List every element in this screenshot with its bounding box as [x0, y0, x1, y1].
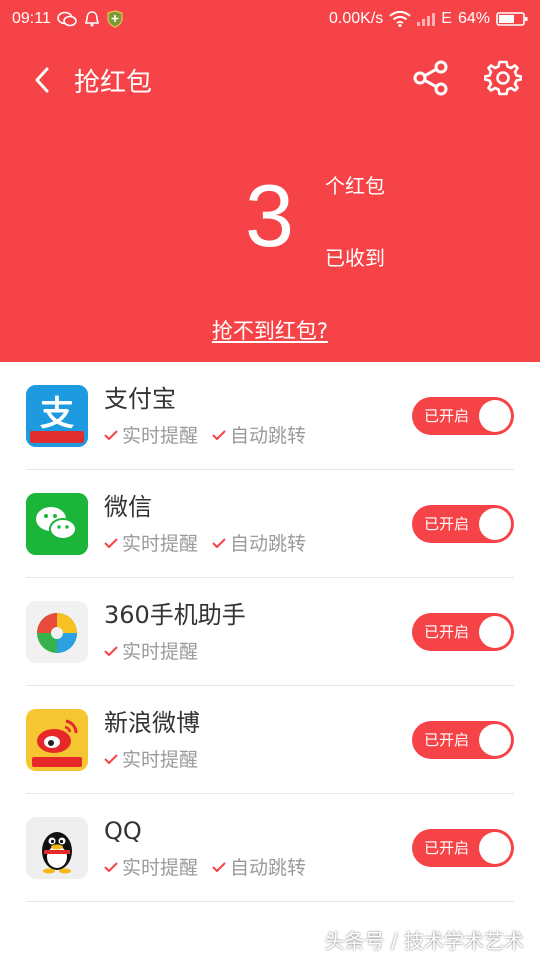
tag-realtime: 实时提醒	[104, 529, 198, 556]
share-button[interactable]	[412, 59, 450, 101]
status-bar: 09:11 0.00K/s E 64%	[0, 0, 540, 38]
list-item-alipay: 支 支付宝 实时提醒 自动跳转 已开启	[26, 362, 514, 470]
list-item-weibo: 新浪微博 实时提醒 已开启	[26, 686, 514, 794]
toggle-label: 已开启	[424, 407, 470, 425]
packet-count-block: 3	[245, 166, 294, 266]
list-item-qq: QQ 实时提醒 自动跳转 已开启	[26, 794, 514, 902]
tag-realtime: 实时提醒	[104, 745, 198, 772]
toggle-knob	[479, 507, 511, 540]
tag-realtime: 实时提醒	[104, 637, 198, 664]
app-list: 支 支付宝 实时提醒 自动跳转 已开启 微信 实时提醒 自动跳转 已开启 360…	[0, 362, 540, 902]
toggle-360-assistant[interactable]: 已开启	[412, 612, 514, 651]
bell-icon	[83, 10, 101, 28]
tag-autojump: 自动跳转	[212, 421, 306, 448]
status-time: 09:11	[12, 10, 51, 27]
toggle-label: 已开启	[424, 515, 470, 533]
weibo-icon	[26, 708, 88, 771]
check-icon	[104, 429, 118, 440]
chevron-left-icon	[35, 67, 49, 93]
360-assistant-icon	[26, 600, 88, 663]
tag-autojump: 自动跳转	[212, 853, 306, 880]
network-type: E	[441, 10, 452, 27]
toggle-label: 已开启	[424, 731, 470, 749]
check-icon	[212, 429, 226, 440]
check-icon	[212, 861, 226, 872]
toggle-qq[interactable]: 已开启	[412, 828, 514, 867]
share-icon	[413, 60, 448, 96]
qq-icon	[26, 816, 88, 879]
chat-icon	[57, 11, 77, 27]
packet-received-label: 已收到	[325, 246, 385, 270]
packet-count: 3	[245, 166, 294, 265]
watermark: 头条号 / 技术学术艺术	[324, 929, 524, 953]
header: 09:11 0.00K/s E 64% 抢红包 3 个红包 已收到 抢不到红包?	[0, 0, 540, 362]
signal-icon	[417, 12, 436, 26]
toggle-label: 已开启	[424, 623, 470, 641]
app-name: 360手机助手	[104, 601, 246, 629]
tag-autojump: 自动跳转	[212, 529, 306, 556]
wechat-icon	[26, 492, 88, 555]
toggle-knob	[479, 723, 511, 756]
shield-icon	[107, 10, 123, 28]
cant-grab-link[interactable]: 抢不到红包?	[0, 315, 540, 345]
toggle-weibo[interactable]: 已开启	[412, 720, 514, 759]
check-icon	[104, 753, 118, 764]
check-icon	[104, 537, 118, 548]
packet-unit: 个红包	[325, 174, 385, 198]
svg-text:支: 支	[40, 394, 74, 434]
app-name: 微信	[104, 493, 152, 521]
top-bar: 抢红包	[0, 52, 540, 108]
wifi-icon	[389, 11, 411, 27]
tag-realtime: 实时提醒	[104, 853, 198, 880]
toggle-alipay[interactable]: 已开启	[412, 396, 514, 435]
toggle-label: 已开启	[424, 839, 470, 857]
alipay-icon: 支	[26, 384, 88, 447]
back-button[interactable]	[28, 66, 56, 94]
check-icon	[104, 861, 118, 872]
check-icon	[104, 645, 118, 656]
toggle-knob	[479, 399, 511, 432]
app-name: 新浪微博	[104, 709, 200, 737]
toggle-knob	[479, 831, 511, 864]
network-speed: 0.00K/s	[329, 10, 384, 27]
settings-button[interactable]	[483, 59, 523, 101]
app-name: QQ	[104, 817, 142, 845]
toggle-wechat[interactable]: 已开启	[412, 504, 514, 543]
check-icon	[212, 537, 226, 548]
tag-realtime: 实时提醒	[104, 421, 198, 448]
gear-icon	[483, 60, 523, 96]
toggle-knob	[479, 615, 511, 648]
page-title: 抢红包	[74, 67, 153, 98]
battery-percent: 64%	[457, 10, 490, 27]
app-name: 支付宝	[104, 385, 176, 413]
list-item-360-assistant: 360手机助手 实时提醒 已开启	[26, 578, 514, 686]
battery-icon	[496, 11, 528, 27]
list-item-wechat: 微信 实时提醒 自动跳转 已开启	[26, 470, 514, 578]
